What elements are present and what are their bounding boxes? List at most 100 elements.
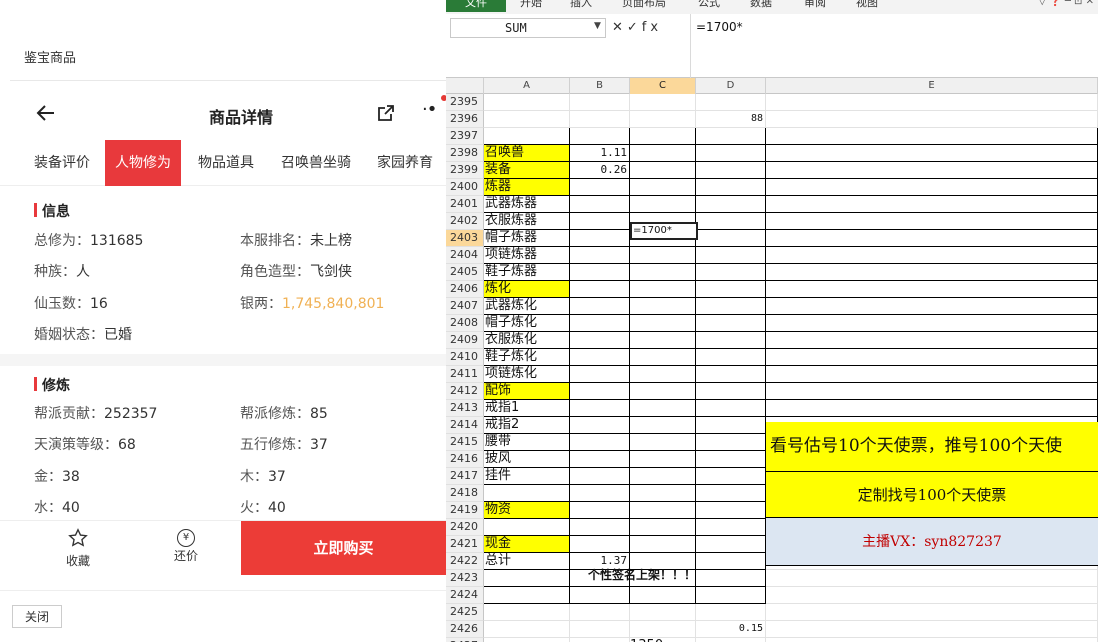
cell-c[interactable] xyxy=(630,366,696,383)
cell-a[interactable] xyxy=(484,570,570,587)
cell-b[interactable] xyxy=(570,502,630,519)
cell-a[interactable]: 配饰 xyxy=(484,383,570,400)
cell-a[interactable]: 挂件 xyxy=(484,468,570,485)
row-number[interactable]: 2401 xyxy=(446,196,484,213)
cell-d[interactable] xyxy=(696,213,766,230)
cell-a[interactable] xyxy=(484,519,570,536)
row-number[interactable]: 2423 xyxy=(446,570,484,587)
cell-a[interactable] xyxy=(484,485,570,502)
column-header-e[interactable]: E xyxy=(766,78,1098,94)
cell-c[interactable] xyxy=(630,128,696,145)
cell-c[interactable] xyxy=(630,604,696,621)
cell-e[interactable] xyxy=(766,213,1098,230)
cell-b[interactable] xyxy=(570,179,630,196)
tab-pets[interactable]: 召唤兽坐骑 xyxy=(281,140,351,186)
cell-b[interactable] xyxy=(570,366,630,383)
cell-b[interactable] xyxy=(570,400,630,417)
cell-c[interactable] xyxy=(630,468,696,485)
cell-b[interactable]: 1.11 xyxy=(570,145,630,162)
row-number[interactable]: 2399 xyxy=(446,162,484,179)
cell-a[interactable]: 戒指1 xyxy=(484,400,570,417)
cell-c[interactable] xyxy=(630,94,696,111)
cell-a[interactable] xyxy=(484,111,570,128)
cell-c[interactable] xyxy=(630,621,696,638)
cell-c[interactable] xyxy=(630,434,696,451)
cell-d[interactable] xyxy=(696,434,766,451)
cell-d[interactable] xyxy=(696,128,766,145)
cell-b[interactable] xyxy=(570,604,630,621)
cell-e[interactable] xyxy=(766,162,1098,179)
row-number[interactable]: 2418 xyxy=(446,485,484,502)
spreadsheet-grid[interactable]: A B C D E 2395 2396 88 2397 2398 召唤兽 1.11 2399 装… xyxy=(446,78,1098,642)
cell-c[interactable] xyxy=(630,196,696,213)
cell-d[interactable] xyxy=(696,417,766,434)
row-number[interactable]: 2408 xyxy=(446,315,484,332)
cell-c[interactable] xyxy=(630,315,696,332)
cell-b[interactable] xyxy=(570,111,630,128)
name-box[interactable]: SUM xyxy=(450,18,606,38)
cell-d[interactable] xyxy=(696,587,766,604)
row-number[interactable]: 2398 xyxy=(446,145,484,162)
column-header-c[interactable]: C xyxy=(630,78,696,94)
cell-a[interactable]: 召唤兽 xyxy=(484,145,570,162)
ribbon-tab-view[interactable]: 视图 xyxy=(856,0,878,10)
share-icon[interactable] xyxy=(376,103,396,123)
cell-a[interactable]: 现金 xyxy=(484,536,570,553)
cell-b[interactable] xyxy=(570,417,630,434)
cell-c[interactable] xyxy=(630,145,696,162)
cell-b[interactable] xyxy=(570,468,630,485)
cell-d[interactable] xyxy=(696,502,766,519)
row-number[interactable]: 2402 xyxy=(446,213,484,230)
cell-b[interactable] xyxy=(570,298,630,315)
cell-a[interactable] xyxy=(484,604,570,621)
cell-e[interactable] xyxy=(766,128,1098,145)
cell-e[interactable] xyxy=(766,230,1098,247)
cell-a[interactable] xyxy=(484,621,570,638)
cell-c[interactable] xyxy=(630,281,696,298)
cell-a[interactable]: 鞋子炼化 xyxy=(484,349,570,366)
cell-e[interactable] xyxy=(766,264,1098,281)
cell-c[interactable] xyxy=(630,536,696,553)
cell-a[interactable]: 装备 xyxy=(484,162,570,179)
row-number[interactable]: 2424 xyxy=(446,587,484,604)
select-all-corner[interactable] xyxy=(446,78,484,94)
row-number[interactable]: 2409 xyxy=(446,332,484,349)
cell-b[interactable]: 0.26 xyxy=(570,162,630,179)
cell-d[interactable] xyxy=(696,536,766,553)
cell-d[interactable] xyxy=(696,451,766,468)
cell-b[interactable] xyxy=(570,230,630,247)
row-number[interactable]: 2403 xyxy=(446,230,484,247)
cell-d[interactable] xyxy=(696,485,766,502)
cell-a[interactable]: 衣服炼化 xyxy=(484,332,570,349)
column-header-b[interactable]: B xyxy=(570,78,630,94)
cell-a[interactable]: 披风 xyxy=(484,451,570,468)
row-number[interactable]: 2421 xyxy=(446,536,484,553)
bargain-button[interactable]: ¥ 还价 xyxy=(156,521,216,577)
cell-b[interactable] xyxy=(570,451,630,468)
row-number[interactable]: 2414 xyxy=(446,417,484,434)
row-number[interactable]: 2427 xyxy=(446,638,484,642)
active-cell-editor[interactable]: =1700* xyxy=(630,222,698,240)
cell-a[interactable]: 帽子炼器 xyxy=(484,230,570,247)
cell-a[interactable]: 总计 xyxy=(484,553,570,570)
cell-d[interactable] xyxy=(696,264,766,281)
cell-c[interactable] xyxy=(630,417,696,434)
row-number[interactable]: 2419 xyxy=(446,502,484,519)
row-number[interactable]: 2395 xyxy=(446,94,484,111)
merged-cell-appraisal[interactable]: 看号估号10个天使票，推号100个天使 xyxy=(766,422,1098,472)
cell-c[interactable] xyxy=(630,162,696,179)
cell-d[interactable]: 88 xyxy=(696,111,766,128)
cell-b[interactable] xyxy=(570,434,630,451)
cell-a[interactable] xyxy=(484,638,570,642)
row-number[interactable]: 2416 xyxy=(446,451,484,468)
row-number[interactable]: 2412 xyxy=(446,383,484,400)
row-number[interactable]: 2404 xyxy=(446,247,484,264)
cell-d[interactable] xyxy=(696,349,766,366)
ribbon-tab-layout[interactable]: 页面布局 xyxy=(622,0,666,10)
cell-d[interactable] xyxy=(696,468,766,485)
cell-b[interactable] xyxy=(570,281,630,298)
cell-d[interactable] xyxy=(696,230,766,247)
cell-b[interactable] xyxy=(570,128,630,145)
row-number[interactable]: 2405 xyxy=(446,264,484,281)
cell-b[interactable] xyxy=(570,315,630,332)
